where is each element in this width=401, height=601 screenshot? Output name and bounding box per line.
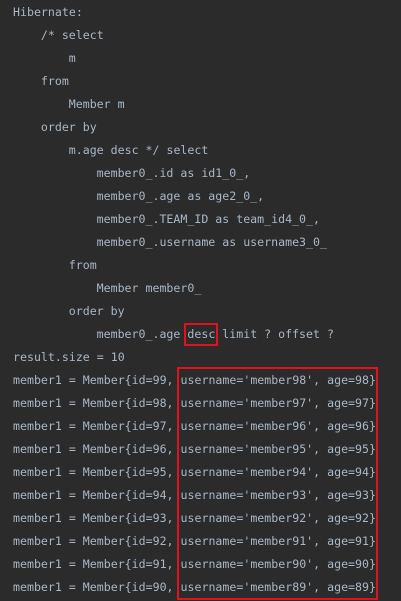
member-id-text: member1 = Member{id=96, [13, 442, 181, 456]
sql-line: Member m [68, 97, 125, 111]
member-id-text: member1 = Member{id=98, [13, 396, 181, 410]
member-username-age-text: username='member94', age=94} [180, 465, 376, 479]
member-line: member1 = Member{id=97, username='member… [13, 415, 376, 438]
sql-order-line: member0_.age desc limit ? offset ? [97, 323, 334, 346]
member-line: member1 = Member{id=90, username='member… [13, 576, 376, 599]
member-username-age-text: username='member91', age=91} [180, 534, 376, 548]
sql-line: member0_.username as username3_0_ [96, 235, 327, 249]
sql-line: member0_.TEAM_ID as team_id4_0_, [96, 212, 320, 226]
member-id-text: member1 = Member{id=94, [13, 488, 181, 502]
member-line: member1 = Member{id=99, username='member… [13, 369, 376, 392]
sql-line: m.age desc */ select [68, 143, 209, 157]
member-id-text: member1 = Member{id=97, [13, 419, 181, 433]
member-username-age-text: username='member97', age=97} [180, 396, 376, 410]
member-username-age-text: username='member93', age=93} [180, 488, 376, 502]
member-username-age-text: username='member92', age=92} [180, 511, 376, 525]
member-id-text: member1 = Member{id=95, [13, 465, 181, 479]
member-line: member1 = Member{id=93, username='member… [13, 507, 376, 530]
desc-keyword: desc [187, 327, 216, 341]
member-username-age-text: username='member90', age=90} [180, 557, 376, 571]
member-id-text: member1 = Member{id=90, [13, 580, 181, 594]
sql-line: from [40, 74, 69, 88]
member-id-text: member1 = Member{id=91, [13, 557, 181, 571]
member-line: member1 = Member{id=96, username='member… [13, 438, 376, 461]
member-username-age-text: username='member96', age=96} [180, 419, 376, 433]
member-username-age-text: username='member95', age=95} [180, 442, 376, 456]
member-username-age-text: username='member98', age=98} [180, 373, 376, 387]
result-size-line: result.size = 10 [13, 350, 125, 364]
member-line: member1 = Member{id=91, username='member… [13, 553, 376, 576]
member-username-age-text: username='member89', age=89} [180, 580, 376, 594]
console-output[interactable]: Hibernate: /* select m from Member m order by… [0, 0, 401, 601]
member-line: member1 = Member{id=92, username='member… [13, 530, 376, 553]
sql-line: order by [40, 120, 97, 134]
member-line: member1 = Member{id=94, username='member… [13, 484, 376, 507]
sql-line: from [68, 258, 97, 272]
member-line: member1 = Member{id=98, username='member… [13, 392, 376, 415]
limit-offset-text: limit ? offset ? [215, 327, 334, 341]
sql-line: member0_.age as age2_0_, [96, 189, 265, 203]
sql-line: member0_.id as id1_0_, [96, 166, 251, 180]
member-id-text: member1 = Member{id=92, [13, 534, 181, 548]
order-column-text: member0_.age [96, 327, 188, 341]
sql-line: order by [68, 304, 125, 318]
member-id-text: member1 = Member{id=93, [13, 511, 181, 525]
sql-line: m [68, 51, 76, 65]
sql-line: Member member0_ [96, 281, 202, 295]
member-id-text: member1 = Member{id=99, [13, 373, 181, 387]
sql-line: /* select [40, 28, 104, 42]
member-line: member1 = Member{id=95, username='member… [13, 461, 376, 484]
sql-line: Hibernate: [13, 5, 83, 19]
